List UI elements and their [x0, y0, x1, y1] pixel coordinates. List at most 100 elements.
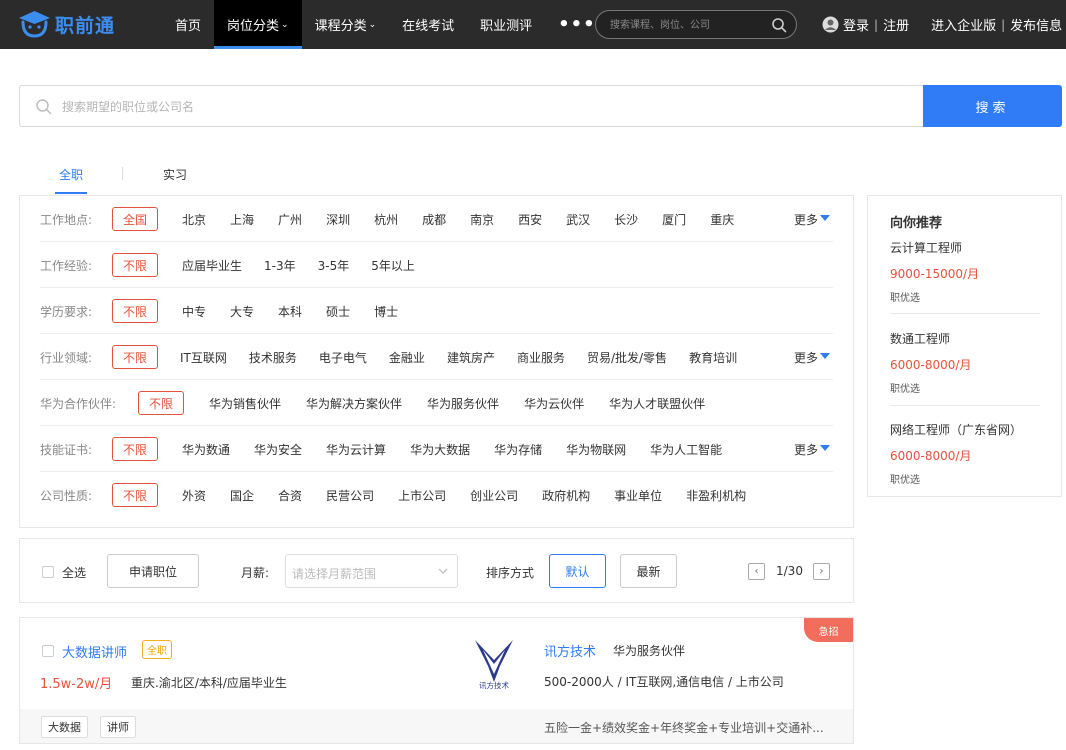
filter-option[interactable]: 不限 — [112, 345, 159, 369]
filter-option[interactable]: 华为云伙伴 — [524, 391, 584, 415]
filter-option[interactable]: 西安 — [518, 207, 542, 231]
filter-more-button[interactable]: 更多 — [794, 349, 831, 366]
filter-option[interactable]: 本科 — [278, 299, 302, 323]
filter-option[interactable]: 全国 — [112, 207, 159, 231]
nav-item[interactable]: 职业测评 — [467, 0, 545, 49]
main-search-box — [19, 85, 923, 127]
filter-option[interactable]: 外资 — [182, 483, 206, 507]
filter-option[interactable]: 广州 — [278, 207, 302, 231]
filter-option[interactable]: 深圳 — [326, 207, 350, 231]
company-name[interactable]: 讯方技术 — [544, 641, 596, 660]
filter-more-button[interactable]: 更多 — [794, 441, 831, 458]
filter-option[interactable]: 不限 — [112, 253, 159, 277]
sort-default-button[interactable]: 默认 — [549, 554, 606, 588]
filter-more-button[interactable]: 更多 — [794, 211, 831, 228]
filter-option[interactable]: 武汉 — [566, 207, 590, 231]
filter-option[interactable]: 成都 — [422, 207, 446, 231]
page-prev-button[interactable]: ‹ — [748, 563, 765, 580]
register-link[interactable]: 注册 — [883, 15, 909, 34]
company-logo[interactable]: 讯方技术 — [469, 638, 519, 690]
filter-option[interactable]: 上市公司 — [398, 483, 446, 507]
main-nav: 首页 岗位分类 ⌄ 课程分类 ⌄ 在线考试 职业测评 ••• — [162, 0, 609, 49]
filter-option[interactable]: 华为服务伙伴 — [427, 391, 499, 415]
search-button[interactable]: 搜索 — [923, 85, 1062, 127]
filter-option[interactable]: 技术服务 — [249, 345, 297, 369]
select-all-checkbox[interactable] — [42, 566, 54, 578]
apply-job-button[interactable]: 申请职位 — [107, 554, 199, 588]
tab-internship[interactable]: 实习 — [163, 166, 187, 194]
filter-option[interactable]: 华为大数据 — [410, 437, 470, 461]
filter-label: 工作经验: — [40, 259, 93, 273]
publish-link[interactable]: 发布信息 — [1010, 15, 1062, 34]
enterprise-link[interactable]: 进入企业版 — [931, 15, 996, 34]
filter-option[interactable]: 政府机构 — [542, 483, 590, 507]
filter-option[interactable]: 非盈利机构 — [686, 483, 746, 507]
filter-option[interactable]: 应届毕业生 — [182, 253, 242, 277]
recommend-job-name[interactable]: 云计算工程师 — [890, 239, 1040, 256]
recommend-job-name[interactable]: 数通工程师 — [890, 330, 1040, 347]
job-card[interactable]: 急招 大数据讲师 全职 1.5w-2w/月 重庆.渝北区/本科/应届毕业生 讯方… — [19, 617, 854, 744]
filter-option[interactable]: 贸易/批发/零售 — [587, 345, 667, 369]
filter-option[interactable]: 事业单位 — [614, 483, 662, 507]
filter-option[interactable]: IT互联网 — [180, 345, 227, 369]
filter-option[interactable]: 华为数通 — [182, 437, 230, 461]
filter-option[interactable]: 重庆 — [710, 207, 734, 231]
recommend-item[interactable]: 数通工程师 6000-8000/月 职优选 — [890, 330, 1040, 395]
recommend-item[interactable]: 网络工程师（广东省网） 6000-8000/月 职优选 — [890, 421, 1040, 486]
filter-option[interactable]: 不限 — [138, 391, 185, 415]
filter-option[interactable]: 华为云计算 — [326, 437, 386, 461]
filter-option[interactable]: 上海 — [230, 207, 254, 231]
filter-option[interactable]: 厦门 — [662, 207, 686, 231]
header-search-input[interactable] — [610, 16, 770, 34]
nav-item[interactable]: 在线考试 — [389, 0, 467, 49]
job-checkbox[interactable] — [42, 645, 54, 657]
triangle-down-icon — [820, 214, 831, 221]
filter-option[interactable]: 电子电气 — [319, 345, 367, 369]
filter-option[interactable]: 华为安全 — [254, 437, 302, 461]
filter-option[interactable]: 硕士 — [326, 299, 350, 323]
site-logo[interactable]: 职前通 — [18, 9, 115, 39]
filter-option[interactable]: 不限 — [112, 437, 159, 461]
filter-option[interactable]: 华为物联网 — [566, 437, 626, 461]
salary-range-select[interactable]: 请选择月薪范围 — [285, 554, 458, 588]
job-search-input[interactable] — [62, 97, 862, 117]
filter-option[interactable]: 3-5年 — [318, 253, 350, 277]
tab-full-time[interactable]: 全职 — [54, 166, 88, 194]
filter-option[interactable]: 华为人工智能 — [650, 437, 722, 461]
filter-option[interactable]: 华为人才联盟伙伴 — [609, 391, 705, 415]
recommend-job-name[interactable]: 网络工程师（广东省网） — [890, 421, 1040, 438]
select-all-label[interactable]: 全选 — [62, 564, 86, 581]
filter-option[interactable]: 北京 — [182, 207, 206, 231]
sort-latest-button[interactable]: 最新 — [620, 554, 677, 588]
recommend-item[interactable]: 云计算工程师 9000-15000/月 职优选 — [890, 239, 1040, 304]
nav-item[interactable]: 课程分类 ⌄ — [302, 0, 390, 49]
filter-option[interactable]: 5年以上 — [371, 253, 415, 277]
filter-option[interactable]: 南京 — [470, 207, 494, 231]
filter-option[interactable]: 金融业 — [389, 345, 425, 369]
filter-option[interactable]: 博士 — [374, 299, 398, 323]
filter-option[interactable]: 教育培训 — [689, 345, 737, 369]
nav-item[interactable]: 首页 — [162, 0, 214, 49]
filter-option[interactable]: 华为销售伙伴 — [209, 391, 281, 415]
filter-option[interactable]: 民营公司 — [326, 483, 374, 507]
filter-option[interactable]: 商业服务 — [517, 345, 565, 369]
nav-item[interactable]: 岗位分类 ⌄ — [214, 0, 302, 49]
filter-option[interactable]: 不限 — [112, 483, 159, 507]
filter-option[interactable]: 杭州 — [374, 207, 398, 231]
filter-option[interactable]: 合资 — [278, 483, 302, 507]
job-title[interactable]: 大数据讲师 — [62, 642, 127, 661]
filter-option[interactable]: 华为存储 — [494, 437, 542, 461]
filter-option[interactable]: 创业公司 — [470, 483, 518, 507]
filter-option[interactable]: 华为解决方案伙伴 — [306, 391, 402, 415]
filter-option[interactable]: 大专 — [230, 299, 254, 323]
filter-option[interactable]: 1-3年 — [264, 253, 296, 277]
login-link[interactable]: 登录 — [843, 15, 869, 34]
search-icon[interactable] — [771, 17, 787, 33]
page-next-button[interactable]: › — [813, 563, 830, 580]
filter-option[interactable]: 国企 — [230, 483, 254, 507]
urgent-badge: 急招 — [804, 618, 853, 642]
filter-option[interactable]: 中专 — [182, 299, 206, 323]
filter-option[interactable]: 建筑房产 — [447, 345, 495, 369]
filter-option[interactable]: 长沙 — [614, 207, 638, 231]
filter-option[interactable]: 不限 — [112, 299, 159, 323]
